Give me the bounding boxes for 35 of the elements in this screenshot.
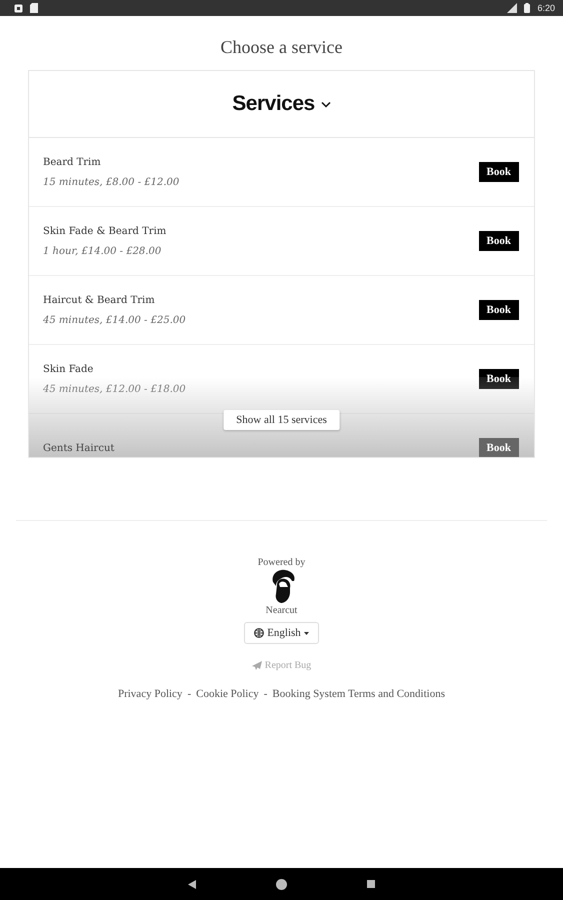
status-time: 6:20 (537, 3, 555, 13)
language-dropdown[interactable]: English (244, 622, 319, 644)
footer-link[interactable]: Cookie Policy (196, 688, 259, 700)
powered-by-label: Powered by (258, 557, 306, 568)
service-details: 45 minutes, £14.00 - £25.00 (43, 314, 186, 326)
sd-card-icon (30, 3, 38, 13)
globe-icon (254, 628, 264, 638)
footer-link[interactable]: Privacy Policy (118, 688, 182, 700)
footer-link[interactable]: Booking System Terms and Conditions (272, 688, 446, 700)
page-title: Choose a service (220, 36, 344, 58)
service-details: 1 hour, £14.00 - £28.00 (43, 246, 162, 256)
service-name: Beard Trim (43, 156, 102, 168)
link-separator: - (187, 688, 192, 700)
book-button[interactable]: Book (478, 300, 519, 320)
notification-icon (14, 4, 23, 12)
caret-icon (304, 632, 309, 634)
service-name: Gents Haircut (43, 442, 114, 454)
link-separator: - (264, 688, 268, 700)
book-button[interactable]: Book (478, 369, 519, 389)
service-details: 45 minutes, £12.00 - £18.00 (43, 384, 186, 394)
book-button[interactable]: Book (478, 162, 519, 182)
brand-name: Nearcut (266, 605, 298, 616)
home-icon[interactable] (276, 878, 287, 890)
paper-plane-icon (252, 661, 262, 670)
service-name: Skin Fade & Beard Trim (43, 226, 166, 236)
back-icon[interactable] (188, 880, 196, 888)
book-button[interactable]: Book (478, 438, 519, 457)
chevron-icon (320, 100, 331, 108)
battery-icon (524, 3, 530, 13)
service-name: Haircut & Beard Trim (43, 294, 156, 306)
book-button[interactable]: Book (478, 231, 519, 251)
service-name: Skin Fade (43, 364, 94, 374)
signal-icon (507, 3, 518, 13)
service-details: 15 minutes, £8.00 - £12.00 (43, 176, 180, 188)
show-all-button[interactable]: Show all 15 services (223, 410, 340, 430)
